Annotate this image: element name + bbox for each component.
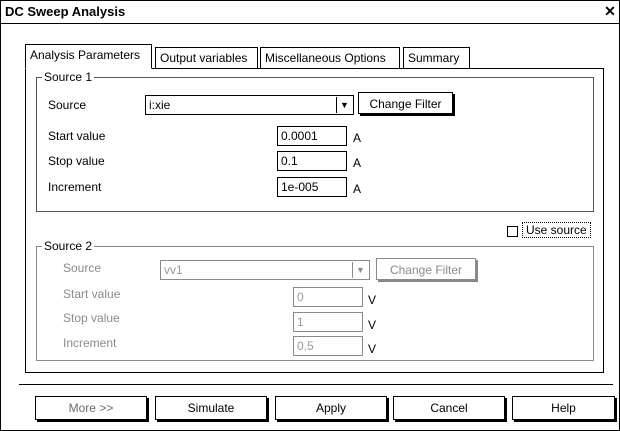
- chevron-down-icon[interactable]: ▼: [336, 97, 352, 113]
- help-button[interactable]: Help: [512, 396, 615, 420]
- source2-group: Source 2 Source vv1 ▼ Change Filter Star…: [36, 239, 594, 361]
- source1-start-label: Start value: [48, 129, 106, 143]
- simulate-button[interactable]: Simulate: [155, 396, 267, 420]
- source2-change-filter-button[interactable]: Change Filter: [376, 258, 476, 280]
- apply-button[interactable]: Apply: [275, 396, 387, 420]
- source2-increment-unit: V: [368, 342, 377, 356]
- tab-label: Output variables: [160, 51, 248, 65]
- source1-increment-label: Increment: [48, 180, 102, 194]
- source1-source-select[interactable]: i:xie ▼: [145, 95, 354, 115]
- button-label: Change Filter: [389, 263, 463, 277]
- source1-stop-input[interactable]: 0.1: [277, 151, 347, 171]
- more-button[interactable]: More >>: [35, 396, 147, 420]
- source1-source-value: i:xie: [149, 98, 171, 112]
- source1-stop-label: Stop value: [48, 154, 105, 168]
- button-label: Help: [551, 401, 576, 415]
- tab-analysis-parameters[interactable]: Analysis Parameters: [25, 44, 152, 70]
- tab-miscellaneous-options[interactable]: Miscellaneous Options: [260, 47, 400, 68]
- button-label: More >>: [68, 401, 114, 415]
- close-icon[interactable]: ✕: [603, 4, 617, 18]
- source1-source-label: Source: [48, 98, 87, 112]
- source1-increment-input[interactable]: 1e-005: [277, 177, 347, 197]
- analysis-parameters-panel: Source 1 Source i:xie ▼ Change Filter St…: [25, 68, 604, 373]
- button-label: Apply: [315, 401, 347, 415]
- source2-increment-label: Increment: [63, 336, 117, 350]
- dialog-title: DC Sweep Analysis: [5, 4, 126, 19]
- divider: [19, 384, 613, 385]
- cancel-button[interactable]: Cancel: [393, 396, 505, 420]
- source2-source-value: vv1: [164, 263, 183, 277]
- button-label: Cancel: [430, 401, 468, 415]
- source2-stop-value: 1: [297, 315, 304, 329]
- source1-increment-value: 1e-005: [281, 180, 319, 194]
- source1-change-filter-button[interactable]: Change Filter: [358, 92, 453, 114]
- button-label: Change Filter: [369, 97, 442, 111]
- button-label: Simulate: [187, 401, 235, 415]
- source2-increment-input[interactable]: 0.5: [293, 336, 363, 356]
- source2-start-unit: V: [368, 293, 377, 307]
- source1-stop-unit: A: [353, 156, 362, 170]
- source1-start-value: 0.0001: [281, 129, 318, 143]
- dc-sweep-dialog: DC Sweep Analysis ✕ Analysis Parameters …: [0, 0, 620, 431]
- source2-increment-value: 0.5: [297, 339, 314, 353]
- source2-stop-input[interactable]: 1: [293, 312, 363, 332]
- source1-start-input[interactable]: 0.0001: [277, 126, 347, 146]
- tab-output-variables[interactable]: Output variables: [155, 47, 258, 68]
- tab-label: Miscellaneous Options: [265, 51, 386, 65]
- use-source-label[interactable]: Use source: [522, 222, 591, 238]
- checkbox-icon[interactable]: [507, 226, 518, 237]
- source2-start-label: Start value: [63, 287, 121, 301]
- source1-increment-unit: A: [353, 182, 362, 196]
- source2-start-input[interactable]: 0: [293, 287, 363, 307]
- source2-legend: Source 2: [42, 239, 95, 253]
- source2-source-label: Source: [63, 261, 102, 275]
- title-bar: DC Sweep Analysis ✕: [1, 1, 619, 24]
- tab-label: Analysis Parameters: [30, 48, 141, 62]
- source1-legend: Source 1: [42, 70, 95, 84]
- source1-start-unit: A: [353, 131, 362, 145]
- source2-start-value: 0: [297, 290, 304, 304]
- source1-group: Source 1 Source i:xie ▼ Change Filter St…: [36, 70, 594, 212]
- source2-stop-label: Stop value: [63, 311, 120, 325]
- tab-summary[interactable]: Summary: [403, 47, 470, 68]
- source2-stop-unit: V: [368, 318, 377, 332]
- chevron-down-icon[interactable]: ▼: [352, 262, 368, 278]
- tab-label: Summary: [408, 51, 460, 65]
- source2-source-select[interactable]: vv1 ▼: [160, 260, 370, 280]
- source1-stop-value: 0.1: [281, 154, 298, 168]
